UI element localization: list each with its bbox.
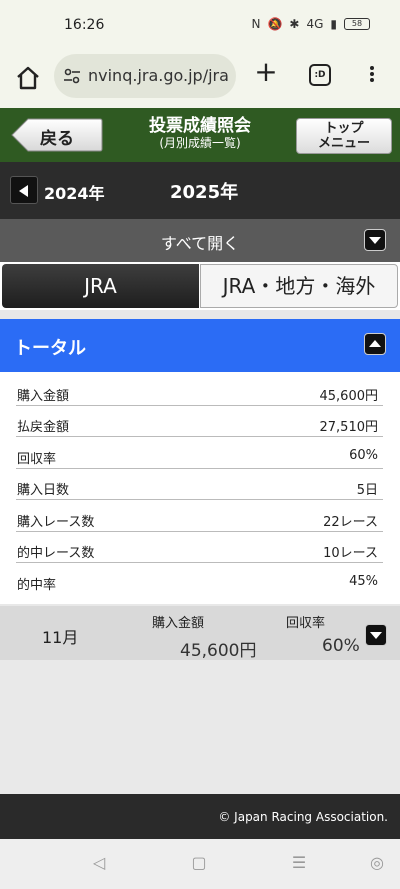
top-menu-label-2: メニュー <box>317 136 370 151</box>
total-stats: 購入金額 45,600円 払戻金額 27,510円 回収率 60% 購入日数 5… <box>0 372 400 604</box>
status-time: 16:26 <box>64 17 105 33</box>
system-nav-bar: ◁ ▢ ☰ ◎ <box>0 839 400 889</box>
tab-jra[interactable]: JRA <box>2 264 199 308</box>
page-subtitle: (月別成績一覧) <box>159 136 241 150</box>
browser-menu-button[interactable] <box>366 64 378 86</box>
stat-value: 45% <box>349 574 378 589</box>
status-bar: 16:26 N 🔕 ✱ 4G ▮ 58 <box>0 0 400 52</box>
stat-row: 払戻金額 27,510円 <box>16 406 383 437</box>
stat-row: 購入日数 5日 <box>16 469 383 500</box>
stat-value: 60% <box>349 448 378 463</box>
top-menu-label-1: トップ <box>324 121 364 136</box>
tab-switcher-button[interactable]: :D <box>309 64 331 86</box>
current-year: 2025年 <box>170 182 239 203</box>
expand-all-icon[interactable] <box>364 229 386 251</box>
bluetooth-icon: ✱ <box>289 17 300 31</box>
return-rate-header: 回収率 <box>286 616 326 631</box>
total-section-header[interactable]: トータル <box>0 319 400 372</box>
return-rate-value: 60% <box>322 636 360 656</box>
home-button[interactable] <box>14 64 42 92</box>
stat-row: 的中率 45% <box>16 564 383 595</box>
top-menu-button[interactable]: トップ メニュー <box>296 118 392 154</box>
stat-label: 的中レース数 <box>17 546 95 561</box>
total-label: トータル <box>14 338 86 359</box>
home-nav-icon[interactable]: ▢ <box>188 853 210 875</box>
year-selector: 2024年 2025年 <box>0 162 400 219</box>
back-nav-icon[interactable]: ◁ <box>88 853 110 875</box>
open-all-bar[interactable]: すべて開く <box>0 219 400 262</box>
tab-jra-local-overseas[interactable]: JRA・地方・海外 <box>200 264 398 308</box>
stat-value: 22レース <box>323 515 378 530</box>
purchase-header: 購入金額 <box>152 616 205 631</box>
browser-toolbar: nvinq.jra.go.jp/jra + :D <box>0 52 400 108</box>
prev-year-link[interactable]: 2024年 <box>44 180 105 204</box>
copyright: © Japan Racing Association. <box>218 810 388 824</box>
recents-nav-icon[interactable]: ☰ <box>288 853 310 875</box>
signal-icon: ▮ <box>330 17 337 31</box>
home-icon <box>17 66 39 90</box>
stat-label: 回収率 <box>17 452 57 467</box>
stat-label: 購入金額 <box>17 389 70 404</box>
assistant-nav-icon[interactable]: ◎ <box>366 853 388 875</box>
stat-row: 回収率 60% <box>16 438 383 469</box>
stat-value: 10レース <box>323 546 378 561</box>
stat-row: 購入レース数 22レース <box>16 501 383 532</box>
stat-value: 5日 <box>356 483 378 498</box>
back-label: 戻る <box>40 129 74 149</box>
stat-value: 27,510円 <box>319 420 379 435</box>
page-header: 戻る 投票成績照会 (月別成績一覧) トップ メニュー <box>0 108 400 162</box>
purchase-value: 45,600円 <box>180 641 257 661</box>
footer: © Japan Racing Association. <box>0 794 400 839</box>
battery-icon: 58 <box>344 18 370 30</box>
stat-row: 的中レース数 10レース <box>16 532 383 563</box>
url-text: nvinq.jra.go.jp/jra <box>88 66 229 85</box>
prev-year-arrow-icon[interactable] <box>10 176 38 204</box>
empty-area <box>0 660 400 794</box>
month-row[interactable]: 11月 購入金額 45,600円 回収率 60% <box>0 606 400 661</box>
stat-value: 45,600円 <box>319 389 379 404</box>
status-icons: N 🔕 ✱ 4G ▮ 58 <box>251 17 370 31</box>
site-settings-icon[interactable] <box>63 67 81 85</box>
stat-label: 購入日数 <box>17 483 70 498</box>
month-label: 11月 <box>42 628 79 647</box>
network-label: 4G <box>306 17 324 31</box>
page-title: 投票成績照会 (月別成績一覧) <box>120 116 280 151</box>
address-bar[interactable]: nvinq.jra.go.jp/jra <box>54 54 236 98</box>
stat-label: 払戻金額 <box>17 420 70 435</box>
nfc-icon: N <box>251 17 261 31</box>
mute-icon: 🔕 <box>267 17 283 31</box>
open-all-label: すべて開く <box>160 234 240 253</box>
back-button[interactable]: 戻る <box>10 117 103 153</box>
stat-label: 購入レース数 <box>17 515 95 530</box>
segment-tabs: JRA JRA・地方・海外 <box>0 262 400 310</box>
collapse-icon[interactable] <box>364 333 386 355</box>
stat-label: 的中率 <box>17 578 57 593</box>
stat-row: 購入金額 45,600円 <box>16 375 383 406</box>
new-tab-button[interactable]: + <box>254 58 278 86</box>
page-title-main: 投票成績照会 <box>149 116 251 136</box>
expand-month-icon[interactable] <box>365 624 387 646</box>
